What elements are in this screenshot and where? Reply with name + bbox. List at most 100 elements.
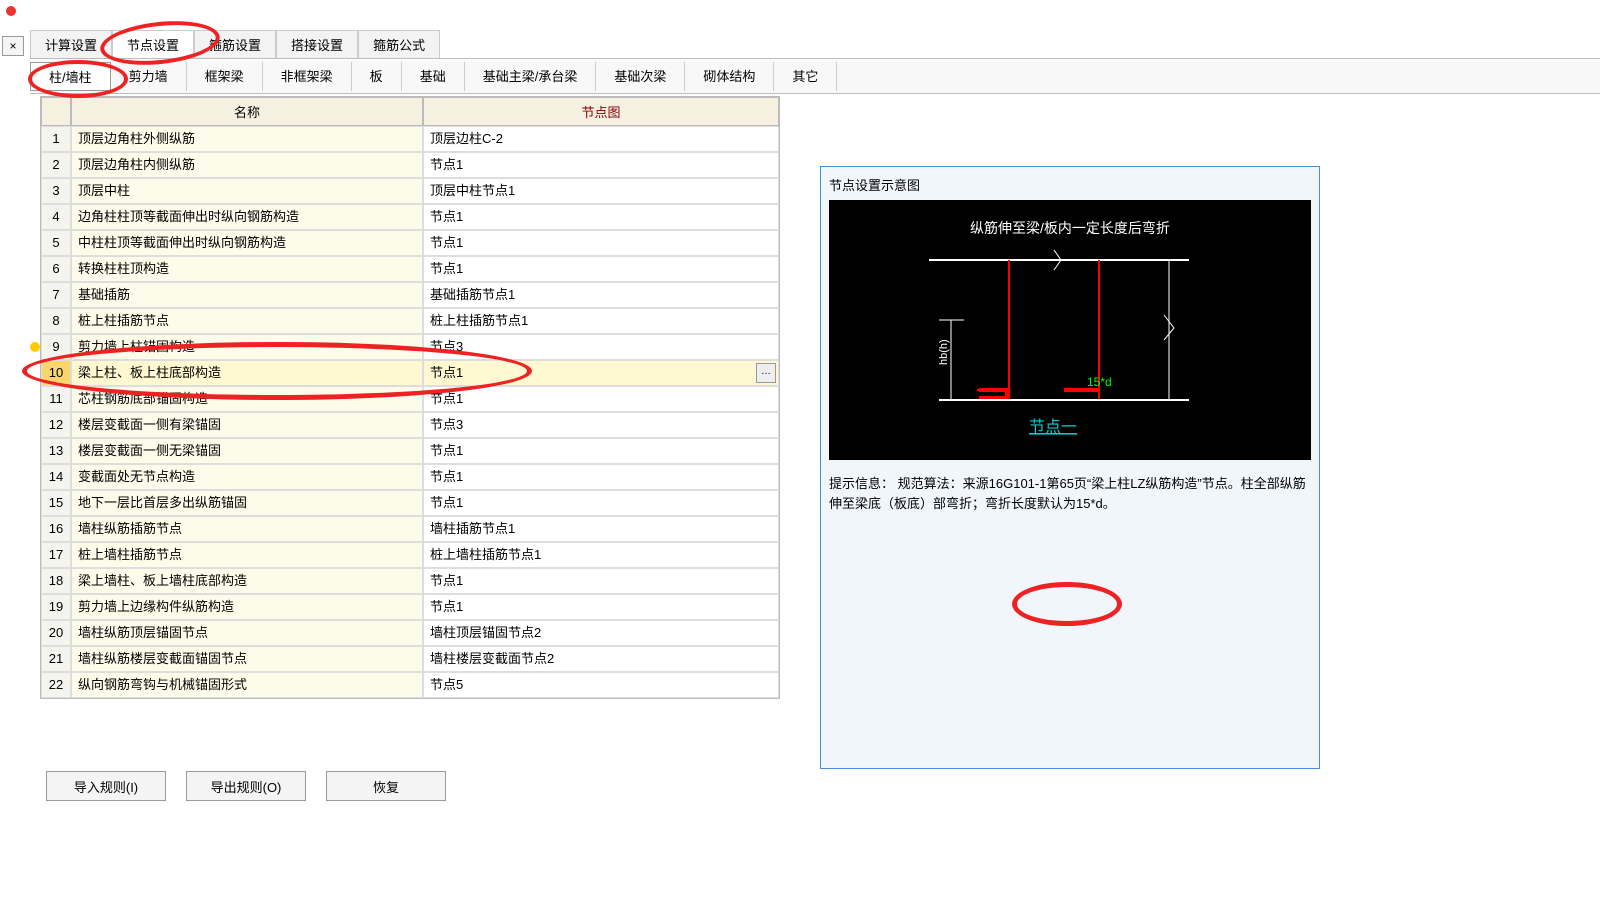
table-row[interactable]: 19剪力墙上边缘构件纵筋构造节点1 (41, 594, 779, 620)
table-row[interactable]: 6转换柱柱顶构造节点1 (41, 256, 779, 282)
row-node-value[interactable]: 节点1 (423, 256, 779, 282)
import-rules-button[interactable]: 导入规则(I) (46, 771, 166, 801)
row-node-value[interactable]: 节点5 (423, 672, 779, 698)
row-node-value[interactable]: 桩上柱插筋节点1 (423, 308, 779, 334)
table-row[interactable]: 5中柱柱顶等截面伸出时纵向钢筋构造节点1 (41, 230, 779, 256)
table-row[interactable]: 3顶层中柱顶层中柱节点1 (41, 178, 779, 204)
table-row[interactable]: 20墙柱纵筋顶层锚固节点墙柱顶层锚固节点2 (41, 620, 779, 646)
row-node-value[interactable]: 墙柱楼层变截面节点2 (423, 646, 779, 672)
row-node-value[interactable]: 节点1 (423, 490, 779, 516)
row-node-value[interactable]: 墙柱顶层锚固节点2 (423, 620, 779, 646)
row-name: 楼层变截面一侧无梁锚固 (71, 438, 423, 464)
row-node-value[interactable]: 节点1 (423, 568, 779, 594)
row-name: 墙柱纵筋楼层变截面锚固节点 (71, 646, 423, 672)
row-node-value[interactable]: 节点1 (423, 438, 779, 464)
row-name: 剪力墙上柱锚固构造 (71, 334, 423, 360)
table-row[interactable]: 9剪力墙上柱锚固构造节点3 (41, 334, 779, 360)
row-node-value[interactable]: 桩上墙柱插筋节点1 (423, 542, 779, 568)
ellipsis-button[interactable]: … (756, 363, 776, 383)
row-node-value[interactable]: 节点1 (423, 464, 779, 490)
table-row[interactable]: 16墙柱纵筋插筋节点墙柱插筋节点1 (41, 516, 779, 542)
panel-title: 节点设置示意图 (829, 175, 1311, 200)
row-number: 5 (41, 230, 71, 256)
table-row[interactable]: 1顶层边角柱外侧纵筋顶层边柱C-2 (41, 126, 779, 152)
row-number: 9 (41, 334, 71, 360)
table-row[interactable]: 4边角柱柱顶等截面伸出时纵向钢筋构造节点1 (41, 204, 779, 230)
close-button[interactable]: × (2, 36, 24, 56)
table-row[interactable]: 12楼层变截面一侧有梁锚固节点3 (41, 412, 779, 438)
table-row[interactable]: 8桩上柱插筋节点桩上柱插筋节点1 (41, 308, 779, 334)
table-row[interactable]: 22纵向钢筋弯钩与机械锚固形式节点5 (41, 672, 779, 698)
node-label: 节点一 (1029, 418, 1077, 436)
row-node-value[interactable]: 基础插筋节点1 (423, 282, 779, 308)
row-number: 6 (41, 256, 71, 282)
row-name: 墙柱纵筋插筋节点 (71, 516, 423, 542)
row-number: 13 (41, 438, 71, 464)
table-row[interactable]: 14变截面处无节点构造节点1 (41, 464, 779, 490)
row-number: 15 (41, 490, 71, 516)
hint-prefix: 提示信息： (829, 476, 894, 491)
subtab-masonry[interactable]: 砌体结构 (685, 62, 774, 91)
row-node-value[interactable]: 节点1… (423, 360, 779, 386)
subtab-foundation[interactable]: 基础 (402, 62, 465, 91)
row-node-value[interactable]: 节点1 (423, 204, 779, 230)
row-node-value[interactable]: 节点3 (423, 334, 779, 360)
node-grid: 名称 节点图 1顶层边角柱外侧纵筋顶层边柱C-22顶层边角柱内侧纵筋节点13顶层… (40, 96, 780, 699)
table-row[interactable]: 18梁上墙柱、板上墙柱底部构造节点1 (41, 568, 779, 594)
tab-stirrup-settings[interactable]: 箍筋设置 (194, 30, 276, 58)
row-node-value[interactable]: 节点1 (423, 230, 779, 256)
subtab-slab[interactable]: 板 (352, 62, 402, 91)
subtab-foundation-beam[interactable]: 基础主梁/承台梁 (465, 62, 597, 91)
row-name: 中柱柱顶等截面伸出时纵向钢筋构造 (71, 230, 423, 256)
subtab-foundation-secondary[interactable]: 基础次梁 (596, 62, 685, 91)
row-number: 1 (41, 126, 71, 152)
row-name: 顶层边角柱内侧纵筋 (71, 152, 423, 178)
export-rules-button[interactable]: 导出规则(O) (186, 771, 306, 801)
subtab-other[interactable]: 其它 (774, 62, 837, 91)
table-row[interactable]: 13楼层变截面一侧无梁锚固节点1 (41, 438, 779, 464)
row-name: 转换柱柱顶构造 (71, 256, 423, 282)
restore-button[interactable]: 恢复 (326, 771, 446, 801)
subtab-nonframe-beam[interactable]: 非框架梁 (263, 62, 352, 91)
row-node-value[interactable]: 顶层边柱C-2 (423, 126, 779, 152)
node-diagram: 纵筋伸至梁/板内一定长度后弯折 hb(h) 15*d (829, 200, 1311, 460)
table-row[interactable]: 15地下一层比首层多出纵筋锚固节点1 (41, 490, 779, 516)
row-name: 纵向钢筋弯钩与机械锚固形式 (71, 672, 423, 698)
row-name: 剪力墙上边缘构件纵筋构造 (71, 594, 423, 620)
row-number: 7 (41, 282, 71, 308)
row-node-value[interactable]: 墙柱插筋节点1 (423, 516, 779, 542)
tab-calc-settings[interactable]: 计算设置 (30, 30, 112, 58)
subtab-column[interactable]: 柱/墙柱 (30, 62, 111, 91)
row-number: 10 (41, 360, 71, 386)
subtab-shearwall[interactable]: 剪力墙 (111, 62, 187, 91)
row-number: 19 (41, 594, 71, 620)
tab-lap-settings[interactable]: 搭接设置 (276, 30, 358, 58)
table-row[interactable]: 21墙柱纵筋楼层变截面锚固节点墙柱楼层变截面节点2 (41, 646, 779, 672)
table-row[interactable]: 11芯柱钢筋底部锚固构造节点1 (41, 386, 779, 412)
row-name: 桩上墙柱插筋节点 (71, 542, 423, 568)
row-name: 变截面处无节点构造 (71, 464, 423, 490)
tab-node-settings[interactable]: 节点设置 (112, 30, 194, 58)
tab-stirrup-formula[interactable]: 箍筋公式 (358, 30, 440, 58)
subtab-frame-beam[interactable]: 框架梁 (187, 62, 263, 91)
row-name: 边角柱柱顶等截面伸出时纵向钢筋构造 (71, 204, 423, 230)
row-node-value[interactable]: 节点3 (423, 412, 779, 438)
hb-label: hb(h) (938, 339, 950, 365)
row-name: 基础插筋 (71, 282, 423, 308)
row-name: 墙柱纵筋顶层锚固节点 (71, 620, 423, 646)
sub-tab-bar: 柱/墙柱 剪力墙 框架梁 非框架梁 板 基础 基础主梁/承台梁 基础次梁 砌体结… (30, 60, 1600, 94)
table-row[interactable]: 10梁上柱、板上柱底部构造节点1… (41, 360, 779, 386)
table-row[interactable]: 17桩上墙柱插筋节点桩上墙柱插筋节点1 (41, 542, 779, 568)
bend-label: 15*d (1087, 375, 1112, 389)
row-node-value[interactable]: 顶层中柱节点1 (423, 178, 779, 204)
row-node-value[interactable]: 节点1 (423, 152, 779, 178)
row-node-value[interactable]: 节点1 (423, 386, 779, 412)
row-number: 20 (41, 620, 71, 646)
row-number: 2 (41, 152, 71, 178)
window-indicator (6, 6, 16, 16)
table-row[interactable]: 2顶层边角柱内侧纵筋节点1 (41, 152, 779, 178)
table-row[interactable]: 7基础插筋基础插筋节点1 (41, 282, 779, 308)
hint-text: 提示信息： 规范算法：来源16G101-1第65页“梁上柱LZ纵筋构造”节点。柱… (829, 474, 1311, 513)
row-node-value[interactable]: 节点1 (423, 594, 779, 620)
row-number: 3 (41, 178, 71, 204)
